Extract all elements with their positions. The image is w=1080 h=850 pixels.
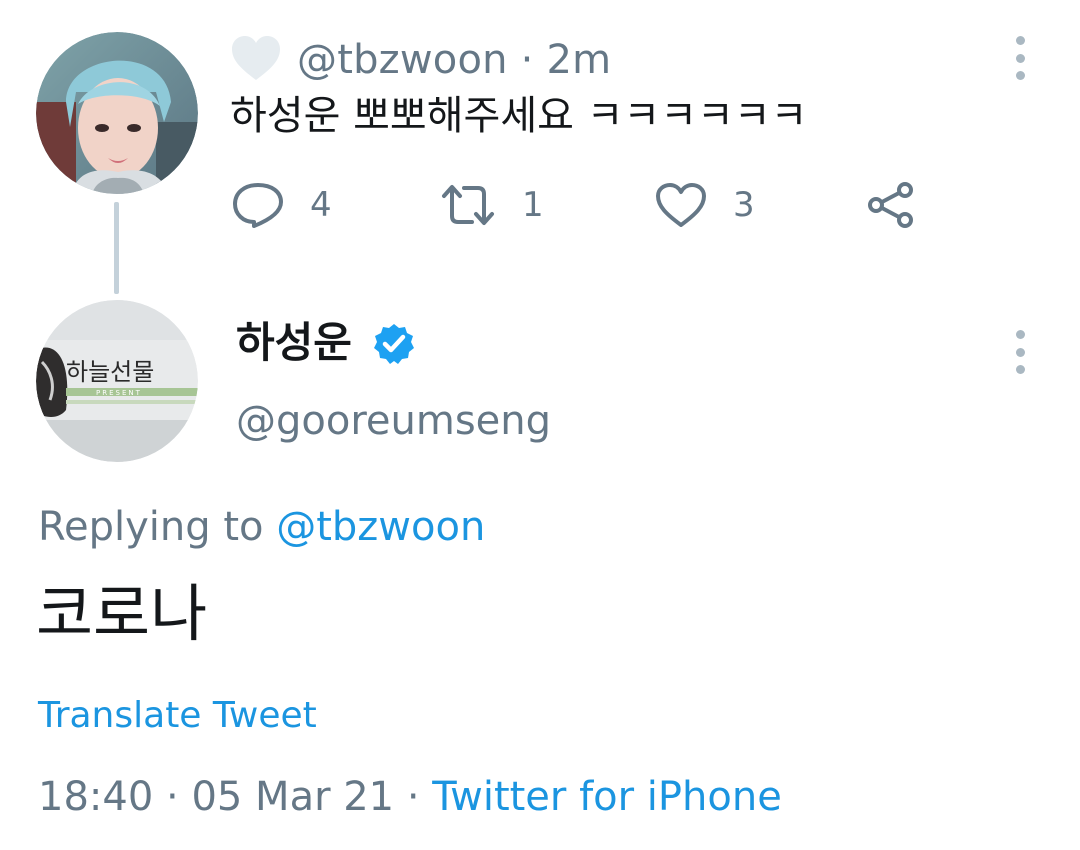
parent-tweet-meta: @tbzwoon · 2m — [297, 34, 611, 86]
tweet-time: 18:40 — [38, 774, 154, 820]
like-count: 3 — [733, 185, 755, 225]
liked-heart-icon — [232, 36, 280, 80]
tweet-date: 05 Mar 21 — [191, 774, 395, 820]
parent-handle[interactable]: @tbzwoon — [297, 37, 508, 83]
tweet-text: 코로나 — [36, 577, 208, 650]
replying-to: Replying to @tbzwoon — [38, 500, 485, 554]
parent-more-options-icon[interactable] — [1010, 36, 1030, 80]
profile-avatar-icon: 하늘선물 PRESENT — [36, 300, 198, 462]
meta-separator: · — [520, 37, 534, 83]
translate-tweet-link[interactable]: Translate Tweet — [38, 692, 317, 740]
retweet-action[interactable]: 1 — [440, 180, 544, 230]
footer-dot: · — [166, 774, 179, 820]
reply-action[interactable]: 4 — [232, 180, 332, 230]
parent-avatar[interactable] — [36, 32, 198, 194]
retweet-icon — [442, 185, 494, 225]
thread-connector-line — [114, 202, 119, 294]
heart-icon — [656, 183, 706, 227]
verified-badge-icon — [374, 324, 414, 364]
main-more-options-icon[interactable] — [1010, 330, 1030, 374]
footer-dot: · — [406, 774, 420, 820]
display-name[interactable]: 하성운 — [236, 314, 352, 372]
tweet-source-link[interactable]: Twitter for iPhone — [432, 774, 782, 820]
user-handle[interactable]: @gooreumseng — [236, 394, 551, 448]
share-icon — [868, 182, 913, 228]
retweet-count: 1 — [522, 185, 544, 225]
avatar-sign-text: 하늘선물 — [66, 358, 154, 386]
user-avatar-photo-icon — [36, 32, 198, 194]
parent-tweet-text: 하성운 뽀뽀해주세요 ㅋㅋㅋㅋㅋㅋ — [230, 93, 808, 139]
replying-prefix: Replying to — [38, 504, 264, 550]
replying-mention-link[interactable]: @tbzwoon — [276, 504, 485, 550]
parent-age: 2m — [546, 37, 612, 83]
like-action[interactable]: 3 — [655, 180, 755, 230]
share-action[interactable] — [866, 180, 916, 230]
reply-count: 4 — [310, 185, 332, 225]
avatar-sign-subtext: PRESENT — [96, 389, 142, 397]
reply-icon — [233, 183, 283, 228]
tweet-footer: 18:40 · 05 Mar 21 · Twitter for iPhone — [38, 770, 782, 824]
main-avatar[interactable]: 하늘선물 PRESENT — [36, 300, 198, 462]
